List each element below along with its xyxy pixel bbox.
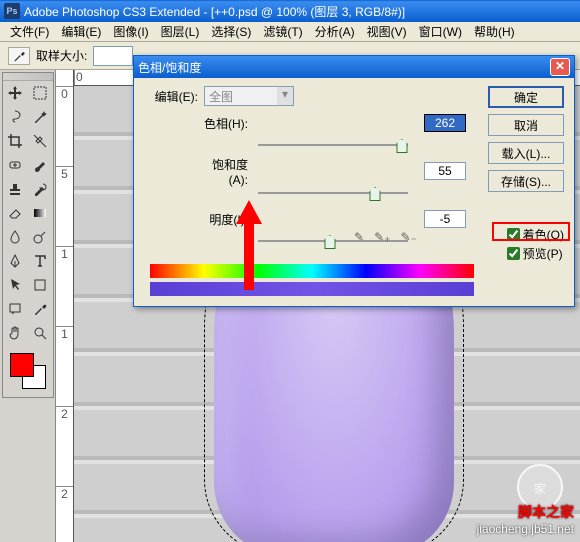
lightness-input[interactable]: [424, 210, 466, 228]
eyedropper-add-icon[interactable]: ✎₊: [374, 230, 390, 244]
save-button[interactable]: 存储(S)...: [488, 170, 564, 192]
menu-image[interactable]: 图像(I): [107, 21, 154, 42]
saturation-thumb[interactable]: [370, 187, 381, 201]
stamp-tool-icon[interactable]: [3, 177, 28, 201]
menu-help[interactable]: 帮助(H): [468, 21, 521, 42]
type-tool-icon[interactable]: [28, 249, 53, 273]
menu-edit[interactable]: 编辑(E): [55, 21, 107, 42]
eyedropper-tool-icon[interactable]: [8, 47, 30, 65]
saturation-label: 饱和度(A):: [194, 156, 258, 187]
ruler-vertical: 0 5 1 1 2 2: [56, 70, 74, 542]
chevron-down-icon: ▾: [277, 87, 293, 105]
heal-tool-icon[interactable]: [3, 153, 28, 177]
hue-slider[interactable]: [258, 138, 408, 156]
load-button[interactable]: 载入(L)...: [488, 142, 564, 164]
title-bar: Ps Adobe Photoshop CS3 Extended - [++0.p…: [0, 0, 580, 22]
blur-tool-icon[interactable]: [3, 225, 28, 249]
edit-channel-select[interactable]: 全图▾: [204, 86, 294, 106]
fg-color-swatch[interactable]: [10, 353, 34, 377]
color-swatch[interactable]: [8, 351, 48, 391]
menu-window[interactable]: 窗口(W): [413, 21, 468, 42]
hue-thumb[interactable]: [397, 139, 408, 153]
shape-tool-icon[interactable]: [28, 273, 53, 297]
menu-filter[interactable]: 滤镜(T): [257, 21, 308, 42]
cancel-button[interactable]: 取消: [488, 114, 564, 136]
svg-text:家: 家: [534, 481, 546, 496]
hue-label: 色相(H):: [194, 115, 258, 132]
path-select-icon[interactable]: [3, 273, 28, 297]
dodge-tool-icon[interactable]: [28, 225, 53, 249]
menu-select[interactable]: 选择(S): [205, 21, 257, 42]
toolbox: [2, 72, 54, 398]
crop-tool-icon[interactable]: [3, 129, 28, 153]
zoom-tool-icon[interactable]: [28, 321, 53, 345]
hand-tool-icon[interactable]: [3, 321, 28, 345]
eyedropper-icon[interactable]: [28, 297, 53, 321]
toolbox-grip[interactable]: [3, 73, 53, 81]
gradient-tool-icon[interactable]: [28, 201, 53, 225]
hue-saturation-dialog: 色相/饱和度 ✕ 编辑(E): 全图▾ 色相(H): 饱和度(A):: [133, 55, 575, 307]
eyedropper-sub-icon[interactable]: ✎₋: [400, 230, 416, 244]
dialog-title: 色相/饱和度: [138, 59, 550, 76]
menu-file[interactable]: 文件(F): [4, 21, 55, 42]
close-button[interactable]: ✕: [550, 58, 570, 76]
marquee-tool-icon[interactable]: [28, 81, 53, 105]
notes-tool-icon[interactable]: [3, 297, 28, 321]
ok-button[interactable]: 确定: [488, 86, 564, 108]
dialog-title-bar[interactable]: 色相/饱和度 ✕: [134, 56, 574, 78]
history-brush-icon[interactable]: [28, 177, 53, 201]
watermark-text: 脚本之家 jiaocheng.jb51.net: [477, 502, 574, 536]
preview-checkbox[interactable]: 预览(P): [507, 245, 564, 262]
move-tool-icon[interactable]: [3, 81, 28, 105]
edit-label: 编辑(E):: [144, 88, 204, 105]
saturation-slider[interactable]: [258, 186, 408, 204]
eraser-tool-icon[interactable]: [3, 201, 28, 225]
ps-app-icon: Ps: [4, 3, 20, 19]
brush-tool-icon[interactable]: [28, 153, 53, 177]
lightness-thumb[interactable]: [325, 235, 336, 249]
menu-view[interactable]: 视图(V): [361, 21, 413, 42]
lightness-label: 明度(I):: [194, 211, 258, 228]
sample-size-label: 取样大小:: [36, 47, 87, 64]
window-title: Adobe Photoshop CS3 Extended - [++0.psd …: [24, 3, 576, 20]
saturation-input[interactable]: [424, 162, 466, 180]
eyedropper-set-icon[interactable]: ✎: [354, 230, 364, 244]
result-spectrum-strip: [150, 282, 474, 296]
slice-tool-icon[interactable]: [28, 129, 53, 153]
menu-bar: 文件(F) 编辑(E) 图像(I) 图层(L) 选择(S) 滤镜(T) 分析(A…: [0, 22, 580, 42]
hue-input[interactable]: [424, 114, 466, 132]
eyedropper-group: ✎ ✎₊ ✎₋: [354, 230, 417, 244]
colorize-checkbox[interactable]: 着色(O): [507, 226, 564, 243]
menu-layer[interactable]: 图层(L): [155, 21, 206, 42]
sample-size-dropdown[interactable]: [93, 46, 133, 66]
pen-tool-icon[interactable]: [3, 249, 28, 273]
wand-tool-icon[interactable]: [28, 105, 53, 129]
menu-analysis[interactable]: 分析(A): [309, 21, 361, 42]
lasso-tool-icon[interactable]: [3, 105, 28, 129]
hue-spectrum-strip: [150, 264, 474, 278]
